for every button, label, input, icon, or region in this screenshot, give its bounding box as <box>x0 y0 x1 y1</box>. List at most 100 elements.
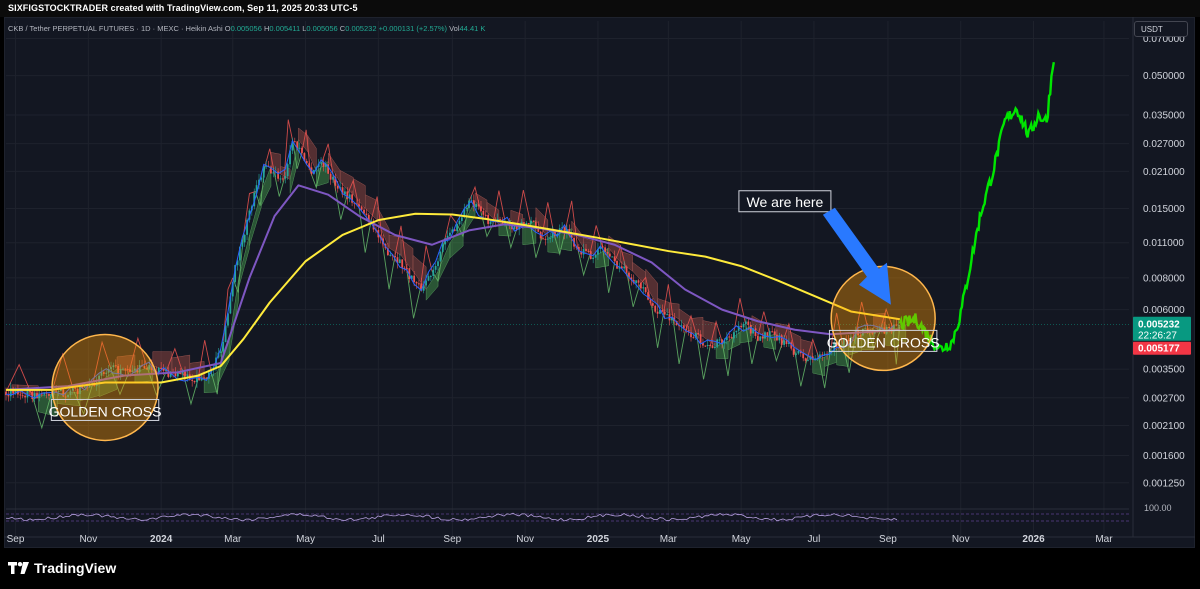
candle-body <box>718 339 721 341</box>
candle-body <box>647 292 649 300</box>
attribution-text: SIXFIGSTOCKTRADER created with TradingVi… <box>8 3 358 13</box>
candle-body <box>358 204 361 207</box>
candle-body <box>293 141 296 143</box>
candle-body <box>28 390 31 392</box>
candle-body <box>625 266 628 273</box>
candle-body <box>792 348 795 355</box>
candle-body <box>406 268 408 270</box>
candle-body <box>184 371 186 377</box>
candle-body <box>649 299 652 304</box>
time-tick-label: Sep <box>7 534 25 545</box>
golden-cross-label-1-text: GOLDEN CROSS <box>49 403 162 419</box>
legend-volume-label: Vol <box>449 24 460 33</box>
golden-cross-label-2: GOLDEN CROSS <box>827 329 940 352</box>
candle-body <box>639 282 642 289</box>
candle-body <box>186 374 189 377</box>
legend-low-value: 0.005056 <box>306 24 338 33</box>
candle-body <box>191 379 194 381</box>
golden-cross-label-1: GOLDEN CROSS <box>49 398 162 421</box>
cloud-segment <box>702 320 717 347</box>
candle-body <box>807 359 809 361</box>
attribution-bar: SIXFIGSTOCKTRADER created with TradingVi… <box>0 0 1200 17</box>
grid-lines <box>6 21 1129 537</box>
candle-body <box>747 321 750 325</box>
tradingview-wordmark: TradingView <box>34 560 117 576</box>
candle-body <box>666 314 669 316</box>
candle-body <box>499 219 501 221</box>
candle-body <box>484 214 487 216</box>
candle-body <box>279 178 282 180</box>
candle-body <box>465 207 468 209</box>
candle-body <box>413 275 416 283</box>
candle-body <box>585 248 587 252</box>
candle-body <box>709 344 712 346</box>
candle-body <box>783 340 786 345</box>
price-tick-label: 0.003500 <box>1143 365 1185 376</box>
candle-body <box>776 334 778 341</box>
candle-body <box>644 287 647 293</box>
candle-body <box>623 266 626 269</box>
currency-unit-button[interactable]: USDT <box>1134 21 1188 37</box>
candle-body <box>389 254 392 256</box>
candle-body <box>222 341 225 352</box>
candle-body <box>711 345 714 348</box>
price-tick-label: 0.002700 <box>1143 393 1185 404</box>
candle-body <box>21 395 24 397</box>
legend-close-value: 0.005232 <box>345 24 377 33</box>
candle-body <box>301 147 303 154</box>
tradingview-logo-icon <box>8 562 29 574</box>
candle-body <box>611 256 614 258</box>
candle-body <box>592 257 595 260</box>
candle-body <box>482 210 485 215</box>
candle-body <box>692 337 695 339</box>
candle-body <box>542 238 544 240</box>
time-tick-label: Mar <box>224 534 242 545</box>
time-tick-label: Nov <box>952 534 970 545</box>
candle-body <box>7 395 10 397</box>
candle-body <box>31 391 34 399</box>
candle-body <box>336 185 339 189</box>
time-tick-label: Nov <box>79 534 97 545</box>
time-tick-label: Jul <box>808 534 821 545</box>
price-tick-label: 0.011000 <box>1143 238 1184 249</box>
cloud-segment <box>203 371 218 393</box>
candle-body <box>706 344 709 346</box>
candle-body <box>546 238 549 240</box>
zigzag-segment <box>183 375 199 406</box>
candle-body <box>635 280 638 284</box>
golden-cross-circle-1 <box>51 333 159 442</box>
candle-body <box>697 333 700 335</box>
candle-body <box>219 351 222 353</box>
candle-body <box>489 221 492 224</box>
tradingview-logo[interactable]: TradingView <box>8 560 116 576</box>
candle-body <box>756 335 759 341</box>
candle-body <box>637 280 640 283</box>
oscillator-axis-label: 100.00 <box>1144 503 1172 513</box>
candle-body <box>527 222 530 224</box>
candle-body <box>418 283 420 285</box>
candle-body <box>704 345 707 347</box>
time-axis: Sep Nov 2024 Mar May Jul Sep Nov 2025 Mar May Jul Se… <box>4 534 1195 545</box>
candle-body <box>329 173 332 180</box>
candle-body <box>749 324 752 334</box>
candle-body <box>441 244 444 252</box>
candle-body <box>48 393 50 396</box>
legend-change: +0.000131 (+2.57%) <box>378 24 447 33</box>
price-chart[interactable]: GOLDEN CROSS GOLDEN CROSS We are here 100.0… <box>4 17 1195 548</box>
candle-body <box>713 346 716 348</box>
current-price-text: 0.005232 <box>1138 320 1180 331</box>
candle-body <box>804 358 807 361</box>
time-tick-label: Sep <box>443 534 461 545</box>
price-tick-label: 0.027000 <box>1143 139 1185 150</box>
candle-countdown-text: 22:26:27 <box>1138 331 1177 342</box>
price-tick-label: 0.015000 <box>1143 204 1185 215</box>
candle-body <box>549 237 552 239</box>
legend-symbol: CKB / Tether PERPETUAL FUTURES · 1D · ME… <box>8 24 223 33</box>
candle-body <box>346 191 349 199</box>
candle-body <box>606 252 609 254</box>
candle-body <box>663 311 666 315</box>
candle-body <box>608 253 611 257</box>
candle-body <box>475 204 478 207</box>
candle-body <box>398 259 401 263</box>
candle-body <box>437 261 439 266</box>
